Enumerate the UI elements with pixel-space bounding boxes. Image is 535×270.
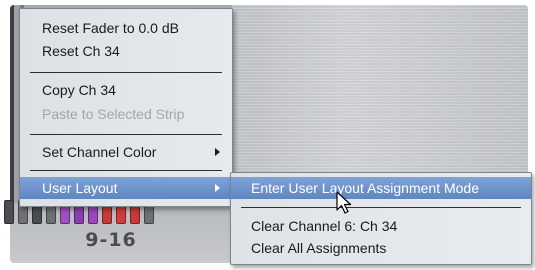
mouse-cursor-icon [336,191,352,214]
user-layout-submenu: Enter User Layout Assignment Mode Clear … [230,172,532,265]
menu-item-label: Reset Fader to 0.0 dB [42,20,179,36]
menu-item-label: Paste to Selected Strip [42,106,185,122]
menu-item-reset-fader[interactable]: Reset Fader to 0.0 dB [20,17,232,39]
menu-item-paste-to-selected-strip: Paste to Selected Strip [20,103,232,125]
menu-item-clear-channel[interactable]: Clear Channel 6: Ch 34 [231,215,531,237]
context-menu: Reset Fader to 0.0 dB Reset Ch 34 Copy C… [19,8,233,207]
menu-item-label: Reset Ch 34 [42,43,120,59]
menu-item-reset-channel[interactable]: Reset Ch 34 [20,40,232,62]
menu-separator [30,134,222,135]
bank-label: 9-16 [85,229,137,251]
menu-item-label: Clear Channel 6: Ch 34 [251,218,398,234]
menu-item-copy-channel[interactable]: Copy Ch 34 [20,79,232,101]
channel-color-led [4,200,14,224]
menu-item-clear-all-assignments[interactable]: Clear All Assignments [231,237,531,259]
menu-item-label: User Layout [42,180,118,196]
menu-item-label: Clear All Assignments [251,240,387,256]
submenu-arrow-icon [215,148,220,156]
menu-item-label: Enter User Layout Assignment Mode [251,180,480,196]
menu-separator [241,207,521,208]
menu-item-set-channel-color[interactable]: Set Channel Color [20,141,232,163]
menu-item-label: Copy Ch 34 [42,82,116,98]
submenu-arrow-icon [215,184,220,192]
menu-separator [30,72,222,73]
menu-item-user-layout[interactable]: User Layout [20,177,232,199]
menu-separator [30,170,222,171]
menu-item-label: Set Channel Color [42,144,157,160]
menu-item-enter-user-layout-assignment-mode[interactable]: Enter User Layout Assignment Mode [231,177,531,199]
